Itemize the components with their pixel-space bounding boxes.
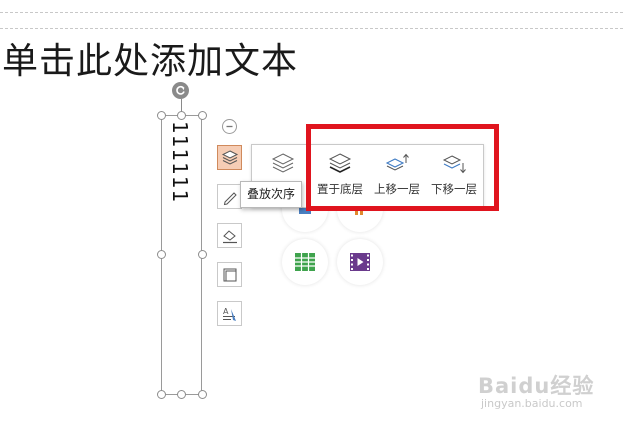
insert-video-button[interactable] [337, 239, 383, 285]
text-format-button[interactable]: A [217, 301, 242, 326]
table-icon [295, 253, 315, 271]
watermark-logo: Baidu经验 [478, 374, 595, 398]
border-button[interactable] [217, 262, 242, 287]
textbox-text[interactable]: 111111 [168, 121, 192, 203]
annotation-highlight-box [306, 124, 499, 211]
resize-handle-top-left[interactable] [157, 111, 166, 120]
fill-bucket-icon [222, 229, 237, 243]
watermark-url: jingyan.baidu.com [481, 397, 583, 410]
text-format-icon: A [222, 307, 236, 321]
fill-button[interactable] [217, 223, 242, 248]
layer-order-button[interactable] [217, 145, 242, 170]
slide-guide-bottom [0, 28, 623, 29]
insert-table-button[interactable] [282, 239, 328, 285]
stack-icon [271, 153, 295, 173]
pen-button[interactable] [217, 184, 242, 209]
rotate-handle[interactable] [172, 82, 189, 99]
resize-handle-bottom[interactable] [177, 390, 186, 399]
pen-icon [223, 191, 237, 205]
resize-handle-bottom-left[interactable] [157, 390, 166, 399]
rotate-icon [176, 85, 185, 95]
resize-handle-bottom-right[interactable] [198, 390, 207, 399]
slide-guide-top [0, 12, 623, 13]
video-icon [350, 253, 370, 271]
svg-text:A: A [223, 307, 229, 316]
resize-handle-left[interactable] [157, 250, 166, 259]
frame-icon [223, 268, 236, 281]
title-placeholder[interactable]: 单击此处添加文本 [2, 32, 298, 84]
minus-icon [226, 125, 233, 128]
layers-icon [221, 149, 238, 165]
collapse-toolbar-button[interactable] [222, 119, 237, 134]
resize-handle-right[interactable] [198, 250, 207, 259]
layer-order-tooltip: 叠放次序 [240, 181, 303, 208]
resize-handle-top-right[interactable] [198, 111, 207, 120]
resize-handle-top[interactable] [177, 111, 186, 120]
